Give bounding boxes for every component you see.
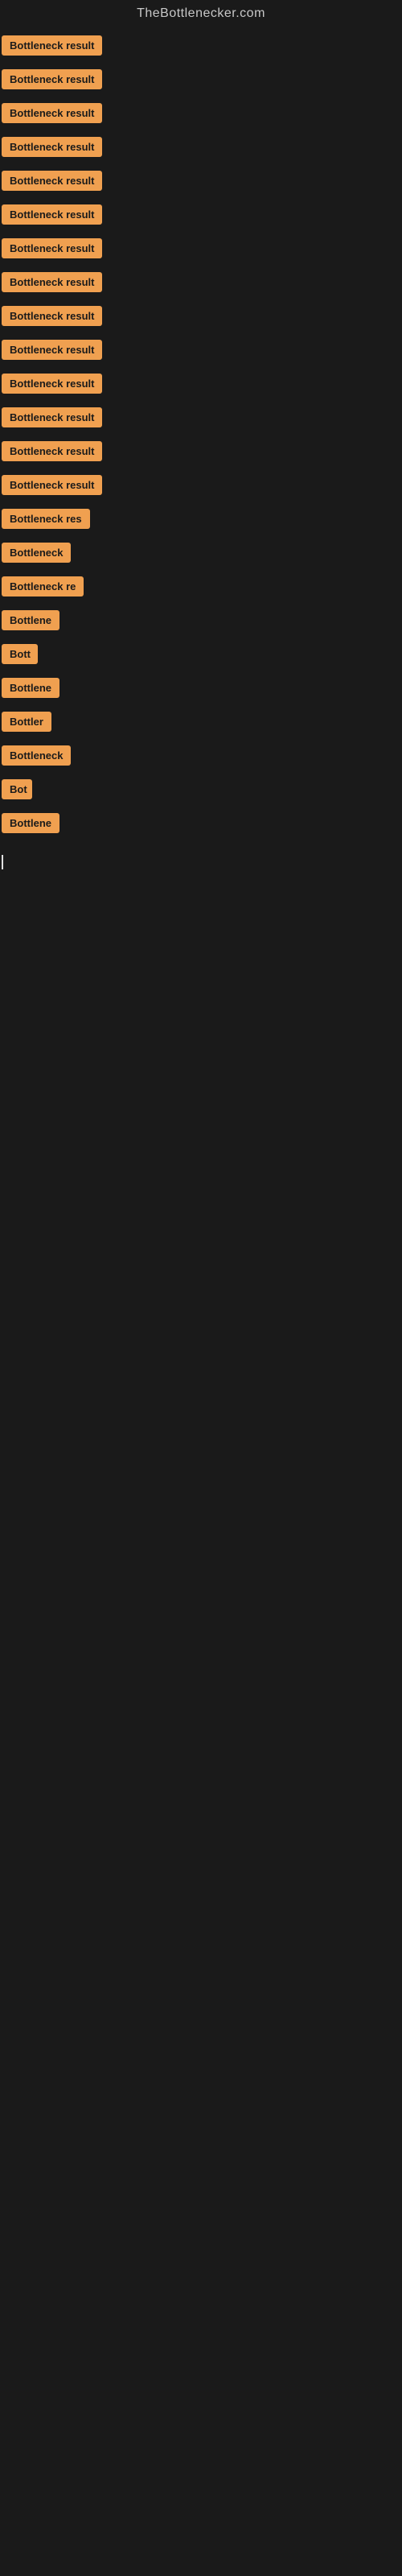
bottleneck-badge[interactable]: Bottleneck re xyxy=(2,576,84,597)
bottleneck-item[interactable]: Bottleneck result xyxy=(2,372,402,399)
bottleneck-item[interactable]: Bottleneck xyxy=(2,541,402,568)
bottleneck-item[interactable]: Bottleneck result xyxy=(2,68,402,95)
bottleneck-badge[interactable]: Bottlene xyxy=(2,610,59,630)
bottleneck-item[interactable]: Bottleneck result xyxy=(2,237,402,264)
bottleneck-badge[interactable]: Bottleneck result xyxy=(2,69,102,89)
bottleneck-badge[interactable]: Bottleneck result xyxy=(2,171,102,191)
bottleneck-badge[interactable]: Bottleneck result xyxy=(2,441,102,461)
bottleneck-item[interactable]: Bot xyxy=(2,778,402,805)
bottleneck-badge[interactable]: Bottleneck result xyxy=(2,306,102,326)
bottleneck-item[interactable]: Bottleneck re xyxy=(2,575,402,602)
bottleneck-badge[interactable]: Bottleneck result xyxy=(2,238,102,258)
bottleneck-badge[interactable]: Bot xyxy=(2,779,32,799)
bottleneck-badge[interactable]: Bottleneck result xyxy=(2,272,102,292)
bottleneck-item[interactable]: Bottleneck result xyxy=(2,203,402,230)
bottleneck-item[interactable]: Bottleneck result xyxy=(2,338,402,365)
bottleneck-item[interactable]: Bottleneck result xyxy=(2,406,402,433)
bottleneck-item[interactable]: Bottleneck res xyxy=(2,507,402,535)
bottleneck-item[interactable]: Bottleneck result xyxy=(2,34,402,61)
bottleneck-item[interactable]: Bottleneck result xyxy=(2,473,402,501)
bottleneck-badge[interactable]: Bottleneck res xyxy=(2,509,90,529)
bottleneck-badge[interactable]: Bottleneck xyxy=(2,543,71,563)
bottleneck-badge[interactable]: Bottleneck result xyxy=(2,374,102,394)
bottleneck-badge[interactable]: Bottleneck result xyxy=(2,340,102,360)
bottleneck-badge[interactable]: Bottlene xyxy=(2,813,59,833)
bottleneck-item[interactable]: Bottlene xyxy=(2,811,402,839)
bottleneck-item[interactable]: Bottleneck result xyxy=(2,135,402,163)
bottleneck-item[interactable]: Bottleneck result xyxy=(2,304,402,332)
bottleneck-badge[interactable]: Bott xyxy=(2,644,38,664)
site-header: TheBottlenecker.com xyxy=(0,0,402,31)
bottleneck-item[interactable]: Bottleneck result xyxy=(2,169,402,196)
bottleneck-item[interactable]: Bottlene xyxy=(2,609,402,636)
bottleneck-badge[interactable]: Bottleneck result xyxy=(2,407,102,427)
bottleneck-item[interactable]: Bottleneck xyxy=(2,744,402,771)
bottleneck-badge[interactable]: Bottlene xyxy=(2,678,59,698)
bottleneck-item[interactable]: Bottleneck result xyxy=(2,270,402,298)
bottleneck-badge[interactable]: Bottleneck result xyxy=(2,137,102,157)
bottleneck-badge[interactable]: Bottleneck result xyxy=(2,35,102,56)
cursor-line xyxy=(2,855,3,869)
bottleneck-badge[interactable]: Bottleneck xyxy=(2,745,71,766)
bottleneck-badge[interactable]: Bottleneck result xyxy=(2,103,102,123)
bottleneck-item[interactable]: Bottleneck result xyxy=(2,440,402,467)
bottleneck-badge[interactable]: Bottleneck result xyxy=(2,204,102,225)
bottleneck-badge[interactable]: Bottleneck result xyxy=(2,475,102,495)
items-container: Bottleneck result Bottleneck result Bottle… xyxy=(0,31,402,839)
bottleneck-item[interactable]: Bottlene xyxy=(2,676,402,704)
bottleneck-item[interactable]: Bott xyxy=(2,642,402,670)
bottleneck-item[interactable]: Bottler xyxy=(2,710,402,737)
bottleneck-badge[interactable]: Bottler xyxy=(2,712,51,732)
bottleneck-item[interactable]: Bottleneck result xyxy=(2,101,402,129)
